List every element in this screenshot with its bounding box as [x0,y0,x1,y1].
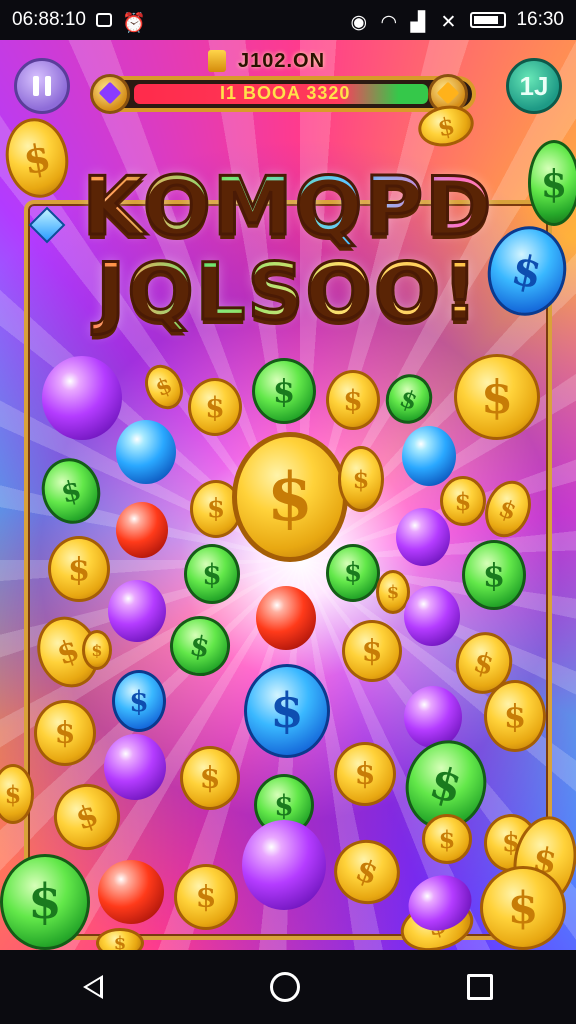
coin[interactable]: $ [480,866,566,950]
alarm-icon: ⏰ [121,13,146,34]
purple-orb[interactable] [42,356,122,440]
coin[interactable]: $ [96,928,144,950]
battery-icon [470,12,507,28]
blue-orb[interactable] [116,420,176,484]
coin[interactable]: $ [174,864,238,930]
coin[interactable]: $ [528,140,576,226]
big-center-coin[interactable]: $ [232,432,348,562]
signal-icon: ▟ [410,12,426,33]
no-sim-icon: ✕ [440,12,457,33]
coin[interactable]: $ [82,630,112,670]
coin[interactable]: $ [34,700,96,766]
status-time: 06:88:10 [12,9,86,30]
coin[interactable]: $ [244,664,330,758]
coin[interactable]: $ [112,670,166,732]
coin[interactable]: $ [440,476,486,526]
status-bar-left: 06:88:10 ⏰ [12,9,146,34]
purple-orb[interactable] [104,734,166,800]
back-icon[interactable] [83,975,104,999]
level-button[interactable]: 1J [506,58,562,114]
purple-orb[interactable] [108,580,166,642]
pause-button[interactable] [14,58,70,114]
gallery-icon [95,13,112,27]
coin[interactable]: $ [184,544,240,604]
status-bar: 06:88:10 ⏰ ◉ ◠ ▟ ✕ 16:30 [0,0,576,40]
red-orb[interactable] [98,860,164,924]
purple-orb[interactable] [242,820,326,910]
location-icon: ◉ [350,12,368,33]
coin[interactable]: $ [342,620,402,682]
progress-bar: I1 BOOA 3320 [96,76,476,112]
status-bar-right: ◉ ◠ ▟ ✕ 16:30 [350,9,564,33]
coin[interactable]: $ [326,370,380,430]
game-title-line1: KOMQPD [0,159,576,255]
wifi-icon: ◠ [380,12,398,33]
game-screen[interactable]: J102.ON I1 BOOA 3320 1J KOMQPD JQLSOO! $… [0,40,576,950]
coin[interactable]: $ [180,746,240,810]
purple-orb[interactable] [396,508,450,566]
coin[interactable]: $ [484,680,546,752]
progress-start-gem-icon [90,74,130,114]
coin[interactable]: $ [422,814,472,864]
progress-text: I1 BOOA 3320 [220,83,351,103]
purple-orb[interactable] [404,586,460,646]
red-orb[interactable] [116,502,168,558]
coin[interactable]: $ [338,446,384,512]
blue-orb[interactable] [402,426,456,486]
red-orb[interactable] [256,586,316,650]
trophy-icon [208,50,226,72]
purple-orb[interactable] [404,686,462,748]
coin[interactable]: $ [252,358,316,424]
coin[interactable]: $ [454,354,540,440]
coin[interactable]: $ [48,536,110,602]
pause-icon [33,76,51,96]
coin[interactable]: $ [334,742,396,806]
navigation-bar [0,950,576,1024]
home-icon[interactable] [269,972,300,1002]
coin[interactable]: $ [188,378,242,436]
coin[interactable]: $ [462,540,526,610]
status-right-time: 16:30 [516,9,564,30]
coin[interactable]: $ [326,544,380,602]
coin[interactable]: $ [0,854,90,950]
recent-apps-icon[interactable] [466,974,493,1000]
score-label: J102.ON [238,50,326,72]
